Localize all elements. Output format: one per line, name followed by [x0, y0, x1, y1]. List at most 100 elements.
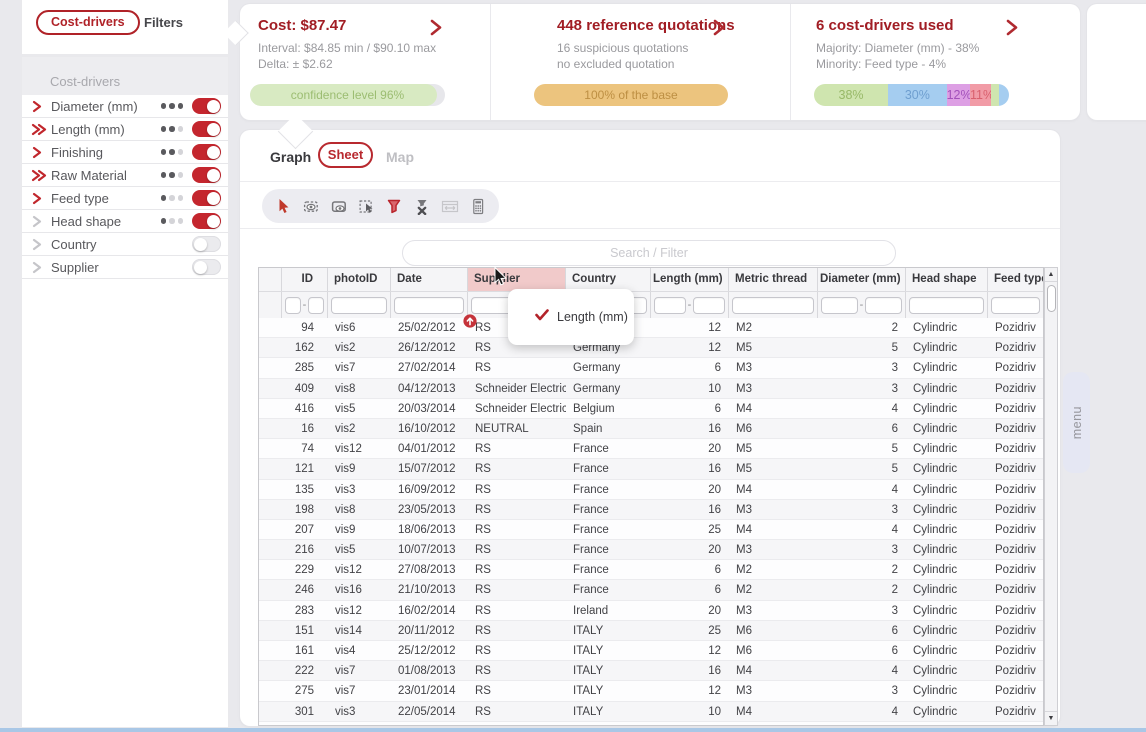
filter-input-diameter-max[interactable]	[865, 297, 902, 314]
tab-graph[interactable]: Graph	[270, 149, 311, 165]
cell-head: Cylindric	[906, 399, 988, 418]
column-header-id[interactable]: ID	[282, 268, 328, 291]
clear-filter-icon[interactable]	[412, 197, 432, 215]
toggle-supplier[interactable]	[192, 259, 221, 275]
cell-feed: Pozidriv	[988, 621, 1043, 640]
expand-chevron-icon[interactable]	[31, 238, 51, 251]
cell-metric: M5	[729, 439, 818, 458]
expand-chevron-icon[interactable]	[31, 192, 51, 205]
cost-detail-chevron-icon[interactable]	[430, 19, 442, 36]
cell-feed: Pozidriv	[988, 338, 1043, 357]
quotations-detail-chevron-icon[interactable]	[713, 19, 725, 36]
toggle-length-mm[interactable]	[192, 121, 221, 137]
expand-chevron-icon[interactable]	[31, 215, 51, 228]
filter-input-date[interactable]	[394, 297, 464, 314]
filter-input-id-max[interactable]	[308, 297, 324, 314]
filter-input-id-min[interactable]	[285, 297, 301, 314]
sidebar-item-country[interactable]: Country	[22, 233, 228, 256]
table-row[interactable]: 246vis1621/10/2013RSFrance6M22CylindricP…	[259, 580, 1043, 600]
cell-country: France	[566, 580, 651, 599]
table-row[interactable]: 94vis625/02/2012RS12M22CylindricPozidriv	[259, 318, 1043, 338]
table-row[interactable]: 409vis804/12/2013Schneider ElectricGerma…	[259, 379, 1043, 399]
column-header-metric-thread[interactable]: Metric thread	[729, 268, 818, 291]
scroll-up-button[interactable]: ▲	[1045, 268, 1057, 282]
table-row[interactable]: 16vis216/10/2012NEUTRALSpain16M66Cylindr…	[259, 419, 1043, 439]
select-area-icon[interactable]	[357, 197, 377, 215]
sidebar-item-length-mm[interactable]: Length (mm)	[22, 118, 228, 141]
tab-map[interactable]: Map	[386, 149, 414, 165]
filter-input-length-max[interactable]	[693, 297, 725, 314]
table-row[interactable]: 161vis425/12/2012RSITALY12M66CylindricPo…	[259, 641, 1043, 661]
sidebar-item-supplier[interactable]: Supplier	[22, 256, 228, 279]
table-row[interactable]: 135vis316/09/2012RSFrance20M44CylindricP…	[259, 480, 1043, 500]
toggle-knob	[194, 261, 207, 274]
table-row[interactable]: 222vis701/08/2013RSITALY16M44CylindricPo…	[259, 661, 1043, 681]
toggle-country[interactable]	[192, 236, 221, 252]
column-header-date[interactable]: Date	[391, 268, 468, 291]
table-row[interactable]: 285vis727/02/2014RSGermany6M33CylindricP…	[259, 358, 1043, 378]
table-row[interactable]: 343vis1330/11/2014RSITALY16M44CylindricP…	[259, 722, 1043, 726]
expand-chevron-icon[interactable]	[31, 123, 51, 136]
table-row[interactable]: 207vis918/06/2013RSFrance25M44CylindricP…	[259, 520, 1043, 540]
column-menu-item[interactable]: Length (mm)	[557, 310, 628, 324]
filter-input-feed[interactable]	[991, 297, 1040, 314]
table-row[interactable]: 283vis1216/02/2014RSIreland20M33Cylindri…	[259, 601, 1043, 621]
toggle-head-shape[interactable]	[192, 213, 221, 229]
tab-cost-drivers[interactable]: Cost-drivers	[36, 10, 140, 35]
view-area-eye-icon[interactable]	[329, 197, 349, 215]
toggle-diameter-mm[interactable]	[192, 98, 221, 114]
search-input[interactable]	[402, 240, 896, 266]
filter-input-diameter-min[interactable]	[821, 297, 858, 314]
toggle-finishing[interactable]	[192, 144, 221, 160]
filter-input-metric[interactable]	[732, 297, 814, 314]
column-header-country[interactable]: Country	[566, 268, 651, 291]
cell-photoID: vis7	[328, 358, 391, 377]
sidebar-item-label: Raw Material	[51, 168, 161, 183]
column-header-supplier[interactable]: Supplier	[468, 268, 566, 291]
filter-input-head[interactable]	[909, 297, 984, 314]
tab-sheet[interactable]: Sheet	[318, 142, 373, 168]
table-row[interactable]: 275vis723/01/2014RSITALY12M33CylindricPo…	[259, 681, 1043, 701]
table-row[interactable]: 74vis1204/01/2012RSFrance20M55CylindricP…	[259, 439, 1043, 459]
zoom-area-eye-icon[interactable]	[301, 197, 321, 215]
calculator-icon[interactable]	[468, 197, 488, 215]
column-header-photoid[interactable]: photoID	[328, 268, 391, 291]
sidebar-item-finishing[interactable]: Finishing	[22, 141, 228, 164]
table-row[interactable]: 229vis1227/08/2013RSFrance6M22CylindricP…	[259, 560, 1043, 580]
column-width-icon[interactable]	[440, 197, 460, 215]
scroll-down-button[interactable]: ▼	[1045, 711, 1057, 725]
column-header-length-mm[interactable]: Length (mm)	[651, 268, 729, 291]
table-row[interactable]: 301vis322/05/2014RSITALY10M44CylindricPo…	[259, 702, 1043, 722]
cost-drivers-detail-chevron-icon[interactable]	[1006, 19, 1018, 36]
column-header-head-shape[interactable]: Head shape	[906, 268, 988, 291]
pointer-select-icon[interactable]	[273, 197, 293, 215]
sidebar-item-feed-type[interactable]: Feed type	[22, 187, 228, 210]
scrollbar-thumb[interactable]	[1047, 285, 1056, 312]
toggle-feed-type[interactable]	[192, 190, 221, 206]
tab-filters[interactable]: Filters	[144, 15, 183, 30]
menu-drawer-tab[interactable]: menu	[1063, 372, 1090, 473]
filter-input-photoID[interactable]	[331, 297, 387, 314]
filter-icon[interactable]	[385, 197, 405, 215]
cell-dot	[259, 560, 282, 579]
table-row[interactable]: 162vis226/12/2012RSGermany12M55Cylindric…	[259, 338, 1043, 358]
table-row[interactable]: 416vis520/03/2014Schneider ElectricBelgi…	[259, 399, 1043, 419]
table-scrollbar[interactable]: ▲ ▼	[1044, 267, 1058, 726]
sidebar-item-diameter-mm[interactable]: Diameter (mm)	[22, 95, 228, 118]
toggle-raw-material[interactable]	[192, 167, 221, 183]
expand-chevron-icon[interactable]	[31, 261, 51, 274]
sidebar-item-head-shape[interactable]: Head shape	[22, 210, 228, 233]
table-row[interactable]: 121vis915/07/2012RSFrance16M55CylindricP…	[259, 459, 1043, 479]
table-row[interactable]: 198vis823/05/2013RSFrance16M33CylindricP…	[259, 500, 1043, 520]
expand-chevron-icon[interactable]	[31, 169, 51, 182]
table-row[interactable]: 216vis510/07/2013RSFrance20M33CylindricP…	[259, 540, 1043, 560]
filter-input-length-min[interactable]	[654, 297, 686, 314]
expand-chevron-icon[interactable]	[31, 100, 51, 113]
column-header-blank[interactable]	[259, 268, 282, 291]
table-row[interactable]: 151vis1420/11/2012RSITALY25M66CylindricP…	[259, 621, 1043, 641]
column-header-diameter-mm[interactable]: Diameter (mm)	[818, 268, 906, 291]
expand-chevron-icon[interactable]	[31, 146, 51, 159]
column-header-feed-type[interactable]: Feed type	[988, 268, 1043, 291]
cell-length: 6	[651, 399, 729, 418]
sidebar-item-raw-material[interactable]: Raw Material	[22, 164, 228, 187]
